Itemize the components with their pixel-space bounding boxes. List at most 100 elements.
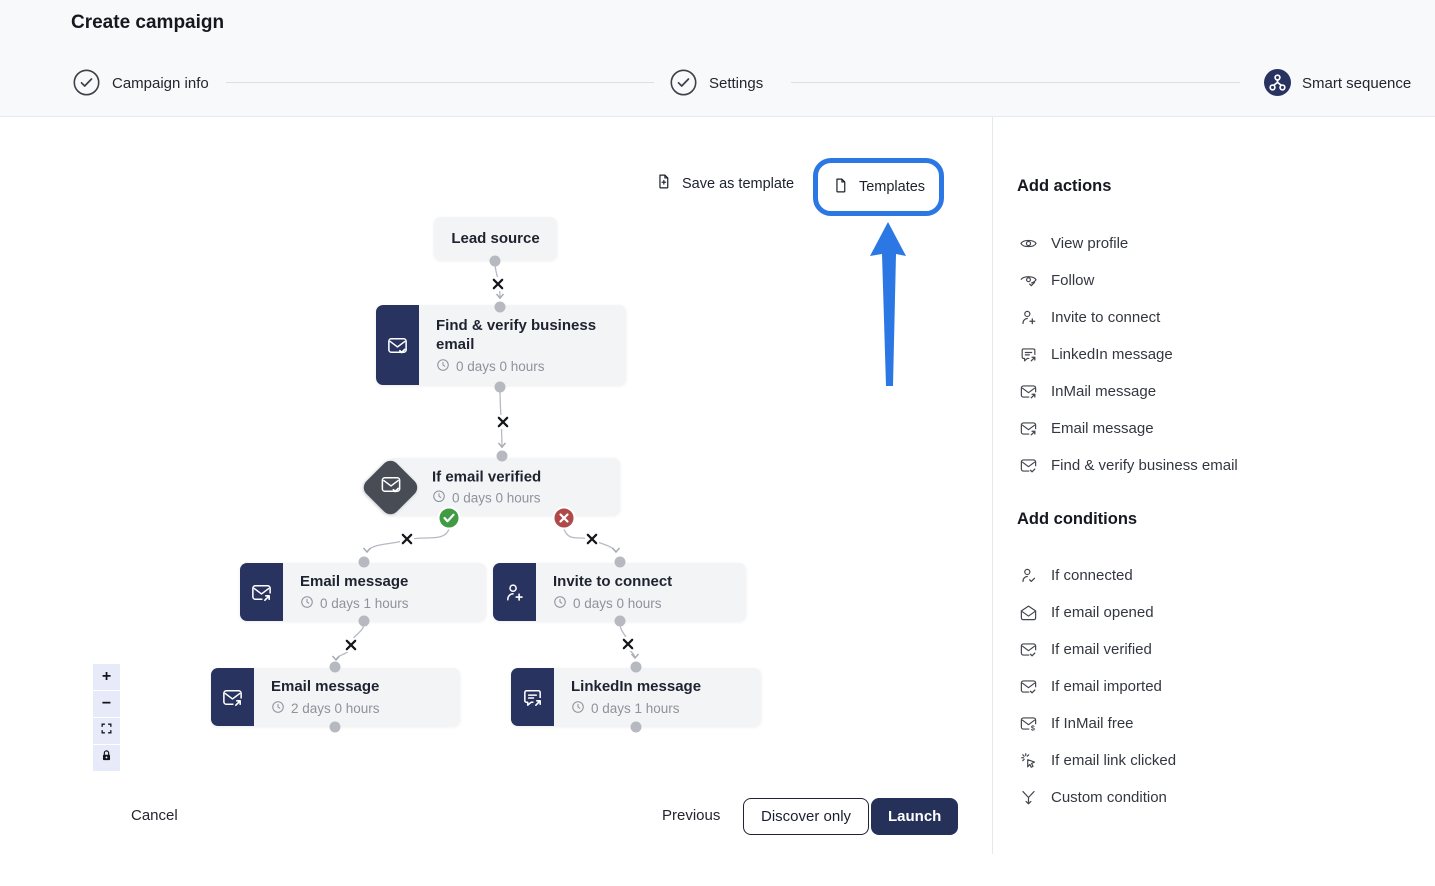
node-title: Invite to connect <box>553 572 734 592</box>
condition-item-label: If InMail free <box>1051 715 1134 732</box>
flow-node-if-email-verified[interactable]: If email verified 0 days 0 hours <box>388 458 620 515</box>
save-as-template-label: Save as template <box>682 176 794 192</box>
flow-node-email-message-1[interactable]: Email message 0 days 1 hours <box>240 563 486 621</box>
action-item-label: Email message <box>1051 420 1154 437</box>
node-title: Email message <box>271 677 448 697</box>
action-item-label: LinkedIn message <box>1051 346 1173 363</box>
condition-item-if-inmail-free[interactable]: $ If InMail free <box>1017 705 1415 742</box>
check-circle-icon <box>73 69 100 96</box>
action-item-inmail-message[interactable]: InMail message <box>1017 373 1415 410</box>
action-item-follow[interactable]: Follow <box>1017 262 1415 299</box>
step-connector <box>791 82 1240 83</box>
merge-icon <box>1017 788 1039 807</box>
condition-item-label: Custom condition <box>1051 789 1167 806</box>
node-title: Find & verify business email <box>436 316 614 355</box>
action-item-label: InMail message <box>1051 383 1156 400</box>
flow-node-invite-to-connect[interactable]: Invite to connect 0 days 0 hours <box>493 563 746 621</box>
node-title: LinkedIn message <box>571 677 749 697</box>
action-item-label: Find & verify business email <box>1051 457 1238 474</box>
node-title: Lead source <box>451 230 539 247</box>
flow-node-find-verify-email[interactable]: Find & verify business email 0 days 0 ho… <box>376 305 626 385</box>
node-delay: 0 days 1 hours <box>591 701 680 716</box>
node-delay: 0 days 0 hours <box>573 596 662 611</box>
action-item-label: View profile <box>1051 235 1128 252</box>
node-delay: 0 days 1 hours <box>320 596 409 611</box>
action-item-find-verify-email[interactable]: Find & verify business email <box>1017 447 1415 484</box>
node-title: If email verified <box>432 467 541 487</box>
condition-item-custom-condition[interactable]: Custom condition <box>1017 779 1415 816</box>
add-conditions-heading: Add conditions <box>1017 510 1137 529</box>
step-connector <box>226 82 654 83</box>
sidebar: Add actions View profile Follow Invite t… <box>992 117 1435 854</box>
envelope-dollar-icon: $ <box>1017 714 1039 733</box>
templates-button[interactable]: Templates <box>832 177 925 198</box>
condition-item-if-connected[interactable]: If connected <box>1017 557 1415 594</box>
person-plus-icon <box>493 563 536 621</box>
discover-only-button[interactable]: Discover only <box>743 798 869 835</box>
templates-label: Templates <box>859 179 925 195</box>
sequence-icon <box>1264 69 1291 96</box>
condition-item-if-email-link-clicked[interactable]: If email link clicked <box>1017 742 1415 779</box>
envelope-check-icon <box>1017 640 1039 659</box>
envelope-check-icon <box>379 473 402 501</box>
canvas-zoom-controls: + − <box>93 664 120 772</box>
action-item-email-message[interactable]: Email message <box>1017 410 1415 447</box>
condition-item-if-email-imported[interactable]: If email imported <box>1017 668 1415 705</box>
clock-icon <box>300 595 314 612</box>
condition-item-label: If email imported <box>1051 678 1162 695</box>
fit-view-button[interactable] <box>93 718 120 745</box>
cursor-click-icon <box>1017 751 1039 770</box>
flow-node-email-message-2[interactable]: Email message 2 days 0 hours <box>211 668 460 726</box>
condition-item-label: If email link clicked <box>1051 752 1176 769</box>
chat-send-icon <box>511 668 554 726</box>
fit-view-icon <box>100 722 113 740</box>
envelope-check-icon <box>1017 456 1039 475</box>
previous-button[interactable]: Previous <box>662 807 720 824</box>
step-campaign-info[interactable]: Campaign info <box>112 75 209 92</box>
lock-button[interactable] <box>93 745 120 772</box>
envelope-send-icon <box>1017 382 1039 401</box>
envelope-check-icon <box>1017 677 1039 696</box>
envelope-check-icon <box>376 305 419 385</box>
step-smart-sequence[interactable]: Smart sequence <box>1302 75 1411 92</box>
header: Create campaign Campaign info Settings S… <box>0 0 1435 117</box>
condition-item-label: If connected <box>1051 567 1133 584</box>
condition-item-label: If email opened <box>1051 604 1154 621</box>
condition-item-if-email-opened[interactable]: If email opened <box>1017 594 1415 631</box>
templates-highlight-annotation: Templates <box>813 158 944 216</box>
launch-button[interactable]: Launch <box>871 798 958 835</box>
chat-send-icon <box>1017 345 1039 364</box>
eye-icon <box>1017 234 1039 253</box>
eye-check-icon <box>1017 271 1039 290</box>
person-plus-icon <box>1017 308 1039 327</box>
plus-icon: + <box>102 668 111 686</box>
node-delay: 2 days 0 hours <box>291 701 380 716</box>
flow-node-linkedin-message[interactable]: LinkedIn message 0 days 1 hours <box>511 668 761 726</box>
step-settings[interactable]: Settings <box>709 75 763 92</box>
person-check-icon <box>1017 566 1039 585</box>
clock-icon <box>271 700 285 717</box>
save-as-template-button[interactable]: Save as template <box>655 173 794 194</box>
action-item-label: Invite to connect <box>1051 309 1160 326</box>
envelope-send-icon <box>240 563 283 621</box>
zoom-in-button[interactable]: + <box>93 664 120 691</box>
lock-icon <box>100 749 113 767</box>
node-title: Email message <box>300 572 474 592</box>
svg-text:$: $ <box>1030 725 1034 733</box>
action-item-view-profile[interactable]: View profile <box>1017 225 1415 262</box>
flow-node-lead-source[interactable]: Lead source <box>434 217 557 260</box>
envelope-open-icon <box>1017 603 1039 622</box>
actions-list: View profile Follow Invite to connect Li… <box>1017 225 1415 484</box>
action-item-linkedin-message[interactable]: LinkedIn message <box>1017 336 1415 373</box>
envelope-send-icon <box>1017 419 1039 438</box>
check-circle-icon <box>670 69 697 96</box>
condition-item-if-email-verified[interactable]: If email verified <box>1017 631 1415 668</box>
cancel-button[interactable]: Cancel <box>131 807 178 824</box>
zoom-out-button[interactable]: − <box>93 691 120 718</box>
clock-icon <box>553 595 567 612</box>
action-item-invite-to-connect[interactable]: Invite to connect <box>1017 299 1415 336</box>
file-icon <box>832 177 849 198</box>
minus-icon: − <box>102 695 111 713</box>
clock-icon <box>436 358 450 375</box>
condition-diamond <box>361 458 420 517</box>
